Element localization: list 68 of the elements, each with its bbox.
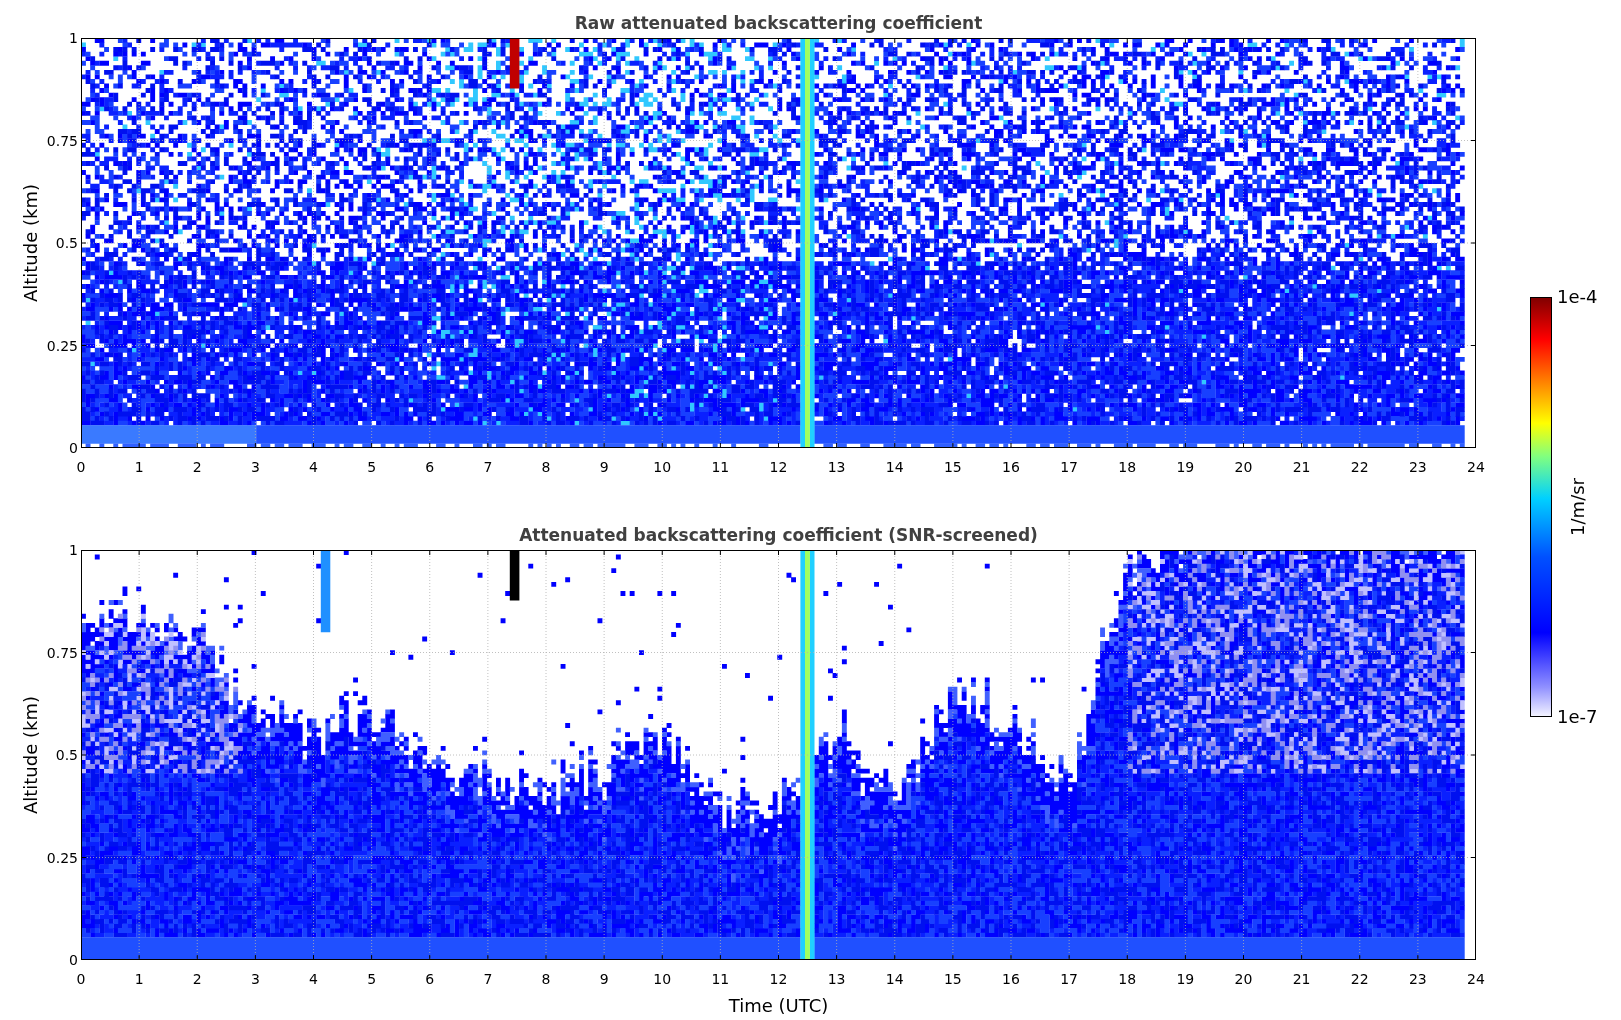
x-tick-label: 3 bbox=[249, 458, 261, 477]
y-tick-label: 0.5 bbox=[55, 747, 78, 763]
x-axis-label: Time (UTC) bbox=[728, 994, 829, 1018]
x-tick-label: 14 bbox=[884, 458, 905, 477]
x-tick-label: 8 bbox=[540, 458, 552, 477]
x-tick-label: 2 bbox=[191, 970, 203, 989]
x-tick-label: 16 bbox=[1001, 970, 1021, 989]
x-tick-label: 7 bbox=[482, 970, 494, 989]
x-tick-label: 24 bbox=[1466, 458, 1486, 477]
y-tick-label: 0.75 bbox=[46, 132, 78, 149]
x-tick-label: 13 bbox=[826, 458, 847, 477]
x-tick-label: 4 bbox=[308, 970, 319, 989]
x-tick-label: 21 bbox=[1291, 458, 1312, 477]
y-tick-label: 1 bbox=[69, 30, 78, 46]
x-tick-label: 23 bbox=[1407, 458, 1428, 477]
x-tick-label: 17 bbox=[1059, 458, 1080, 477]
x-tick-label: 15 bbox=[942, 970, 963, 989]
y-tick-label: 0.75 bbox=[46, 644, 78, 661]
x-tick-label: 2 bbox=[191, 458, 203, 477]
x-tick-label: 10 bbox=[652, 970, 673, 989]
x-tick-label: 16 bbox=[1001, 458, 1021, 477]
x-tick-label: 1 bbox=[133, 970, 145, 989]
x-tick-label: 15 bbox=[942, 458, 963, 477]
y-axis-label: Altitude (km) bbox=[18, 695, 42, 815]
y-tick-label: 1 bbox=[69, 542, 78, 558]
x-tick-label: 5 bbox=[366, 970, 378, 989]
y-tick-label: 0.5 bbox=[55, 235, 78, 251]
x-tick-label: 6 bbox=[424, 970, 436, 989]
x-tick-label: 20 bbox=[1233, 458, 1254, 477]
y-tick-label: 0.25 bbox=[46, 849, 78, 866]
y-axis-label: Altitude (km) bbox=[18, 183, 42, 303]
x-tick-label: 0 bbox=[75, 458, 87, 477]
x-tick-label: 11 bbox=[710, 458, 731, 477]
x-tick-label: 19 bbox=[1175, 970, 1196, 989]
x-tick-label: 22 bbox=[1349, 458, 1370, 477]
x-tick-label: 19 bbox=[1175, 458, 1196, 477]
x-tick-label: 6 bbox=[424, 458, 436, 477]
y-tick-label: 0 bbox=[69, 440, 78, 456]
colorbar-max-label: 1e-4 bbox=[1557, 287, 1598, 307]
x-tick-label: 23 bbox=[1407, 970, 1428, 989]
x-tick-label: 3 bbox=[249, 970, 261, 989]
x-tick-label: 22 bbox=[1349, 970, 1370, 989]
y-tick-label: 0.25 bbox=[46, 337, 78, 354]
x-tick-label: 21 bbox=[1291, 970, 1312, 989]
x-tick-label: 14 bbox=[884, 970, 905, 989]
x-tick-label: 0 bbox=[75, 970, 87, 989]
x-tick-label: 4 bbox=[308, 458, 319, 477]
x-tick-label: 10 bbox=[652, 458, 673, 477]
x-tick-label: 9 bbox=[598, 970, 610, 989]
x-tick-label: 12 bbox=[768, 970, 789, 989]
x-tick-label: 24 bbox=[1466, 970, 1486, 989]
x-tick-label: 11 bbox=[710, 970, 731, 989]
x-tick-label: 9 bbox=[598, 458, 610, 477]
y-tick-label: 0 bbox=[69, 952, 78, 968]
x-tick-label: 1 bbox=[133, 458, 145, 477]
x-tick-label: 17 bbox=[1059, 970, 1080, 989]
x-tick-label: 5 bbox=[366, 458, 378, 477]
plot-title: Attenuated backscattering coefficient (SNR-screened) bbox=[518, 524, 1039, 547]
colorbar-unit-label: 1/m/sr bbox=[1565, 478, 1589, 536]
x-tick-label: 13 bbox=[826, 970, 847, 989]
x-tick-label: 7 bbox=[482, 458, 494, 477]
x-tick-label: 18 bbox=[1117, 458, 1138, 477]
x-tick-label: 20 bbox=[1233, 970, 1254, 989]
colorbar-min-label: 1e-7 bbox=[1557, 707, 1598, 727]
x-tick-label: 8 bbox=[540, 970, 552, 989]
x-tick-label: 18 bbox=[1117, 970, 1138, 989]
plot-title: Raw attenuated backscattering coefficient bbox=[573, 12, 984, 35]
x-tick-label: 12 bbox=[768, 458, 789, 477]
